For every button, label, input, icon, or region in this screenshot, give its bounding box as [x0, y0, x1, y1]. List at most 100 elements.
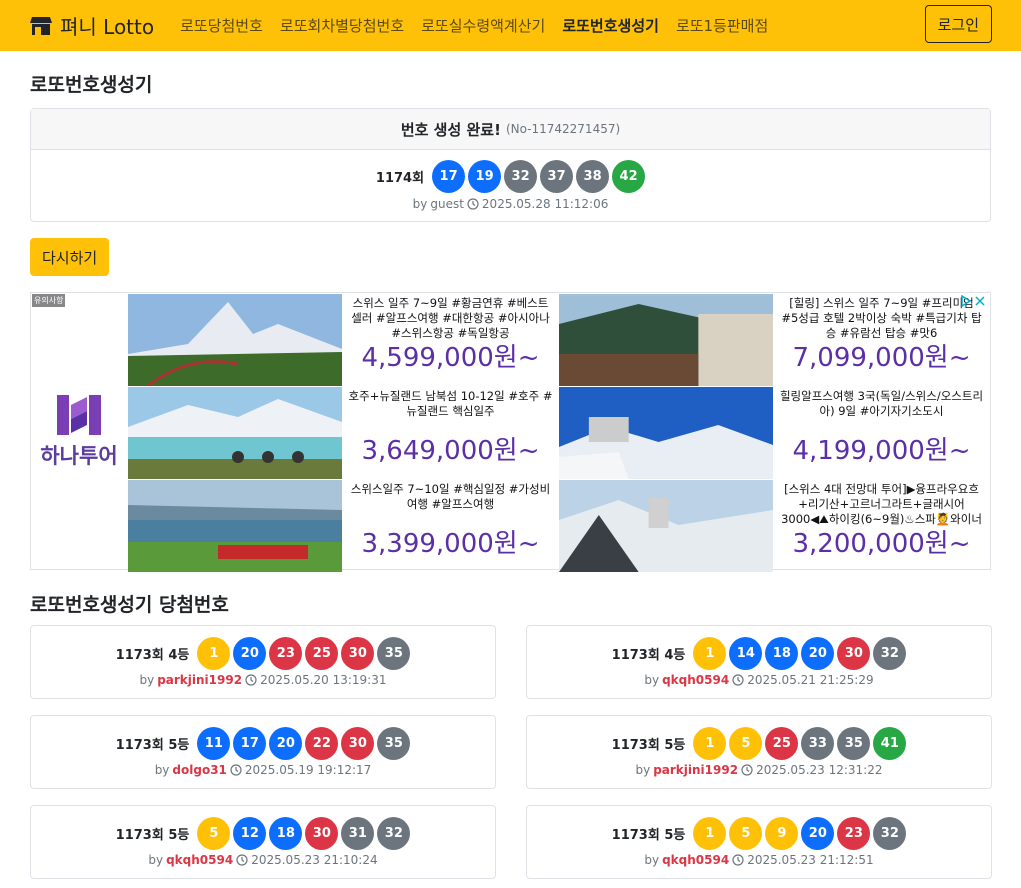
- result-number: (No-11742271457): [505, 122, 621, 136]
- round-label: 1173회 5등: [115, 738, 190, 753]
- ad-item[interactable]: [스위스 4대 전망대 투어]▶융프라우요흐+리기산+고르너그라트+글래시어30…: [774, 480, 989, 572]
- ad-desc: [스위스 4대 전망대 투어]▶융프라우요흐+리기산+고르너그라트+글래시어30…: [781, 482, 982, 526]
- ball: 5: [729, 727, 763, 760]
- ball: 1: [693, 727, 727, 760]
- winner-user: parkjini1992: [653, 763, 739, 777]
- ball: 38: [576, 160, 610, 193]
- ball: 23: [269, 637, 303, 670]
- ball: 25: [765, 727, 799, 760]
- ad-image-train[interactable]: [128, 480, 342, 572]
- ad-image-terrace[interactable]: [559, 294, 773, 386]
- round-label: 1173회 5등: [611, 828, 686, 843]
- clock-icon: [230, 764, 242, 776]
- ad-banner[interactable]: 유의사항 하나투어 스위스 일주 7~9일 #황금연휴 #베스트셀러 #알프스여…: [30, 292, 991, 572]
- winners-grid: 1173회 4등 1 20 23 25 30 35 by parkjini199…: [30, 625, 992, 879]
- ball: 35: [377, 727, 411, 760]
- ball: 30: [305, 817, 339, 850]
- ball: 32: [504, 160, 538, 193]
- nav-link-stores[interactable]: 로또1등판매점: [676, 15, 768, 36]
- ad-image-matterhorn[interactable]: [128, 294, 342, 386]
- result-body: 1174회 17 19 32 37 38 42 by guest 2025.05…: [31, 150, 990, 221]
- winners-section-title: 로또번호생성기 당첨번호: [30, 594, 229, 616]
- clock-icon: [236, 854, 248, 866]
- round-label: 1173회 5등: [115, 828, 190, 843]
- winner-meta: by dolgo31 2025.05.19 19:12:17: [155, 763, 372, 777]
- ball: 37: [540, 160, 574, 193]
- winner-card: 1173회 4등 1 14 18 20 30 32 by qkqh0594 20…: [526, 625, 992, 699]
- by-label: by: [635, 763, 651, 777]
- ball-row: 1173회 4등 1 20 23 25 30 35: [116, 637, 411, 670]
- brand-text: 펴니 Lotto: [60, 15, 155, 39]
- ad-desc: 호주+뉴질랜드 남북섬 10-12일 #호주 #뉴질랜드 핵심일주: [348, 389, 553, 418]
- ball-row: 1173회 5등 1 5 9 20 23 32: [612, 817, 907, 850]
- result-meta: by guest 2025.05.28 11:12:06: [413, 197, 609, 211]
- ball: 30: [341, 637, 375, 670]
- ball-row: 1173회 5등 1 5 25 33 35 41: [612, 727, 907, 760]
- ad-desc: 힐링알프스여행 3국(독일/스위스/오스트리아) 9일 #아기자기소도시: [779, 389, 984, 418]
- by-label: by: [644, 673, 660, 687]
- winner-user: qkqh0594: [662, 673, 730, 687]
- ball: 35: [377, 637, 411, 670]
- ad-desc: 스위스일주 7~10일 #핵심일정 #가성비여행 #알프스여행: [350, 482, 551, 511]
- winner-time: 2025.05.21 21:25:29: [747, 673, 874, 687]
- ball: 20: [801, 817, 835, 850]
- winner-card: 1173회 5등 5 12 18 30 31 32 by qkqh0594 20…: [30, 805, 496, 879]
- winner-meta: by parkjini1992 2025.05.23 12:31:22: [635, 763, 882, 777]
- ball: 31: [341, 817, 375, 850]
- ad-image-jungfrau[interactable]: [559, 480, 773, 572]
- ball: 20: [233, 637, 267, 670]
- round-label: 1173회 5등: [611, 738, 686, 753]
- ad-logo[interactable]: 유의사항 하나투어: [31, 293, 127, 569]
- result-time: 2025.05.28 11:12:06: [481, 197, 609, 211]
- ball-row: 1173회 4등 1 14 18 20 30 32: [612, 637, 907, 670]
- ad-item[interactable]: 호주+뉴질랜드 남북섬 10-12일 #호주 #뉴질랜드 핵심일주 3,649,…: [343, 387, 558, 479]
- ball: 23: [837, 817, 871, 850]
- winner-user: qkqh0594: [166, 853, 234, 867]
- nav-link-winning[interactable]: 로또당첨번호: [180, 15, 263, 36]
- ball: 33: [801, 727, 835, 760]
- ball: 41: [873, 727, 907, 760]
- navbar: 펴니 Lotto 로또당첨번호 로또회차별당첨번호 로또실수령액계산기 로또번호…: [0, 0, 1021, 51]
- ball: 32: [873, 637, 907, 670]
- ad-item[interactable]: [힐링] 스위스 일주 7~9일 #프리미엄 #5성급 호텔 2박이상 숙박 #…: [774, 294, 989, 386]
- ad-item[interactable]: 스위스일주 7~10일 #핵심일정 #가성비여행 #알프스여행 3,399,00…: [343, 480, 558, 572]
- ad-price: 3,200,000원~: [792, 529, 971, 559]
- nav-link-calculator[interactable]: 로또실수령액계산기: [421, 15, 545, 36]
- result-card: 번호 생성 완료! (No-11742271457) 1174회 17 19 3…: [30, 108, 991, 222]
- ad-image-lake[interactable]: [128, 387, 342, 479]
- retry-button[interactable]: 다시하기: [30, 238, 110, 276]
- by-label: by: [412, 197, 428, 211]
- ad-grid: 스위스 일주 7~9일 #황금연휴 #베스트셀러 #알프스여행 #대한항공 #아…: [127, 293, 990, 572]
- by-label: by: [148, 853, 164, 867]
- round-label: 1173회 4등: [611, 648, 686, 663]
- ball: 1: [693, 817, 727, 850]
- brand[interactable]: 펴니 Lotto: [30, 11, 154, 40]
- winner-card: 1173회 5등 1 5 25 33 35 41 by parkjini1992…: [526, 715, 992, 789]
- ad-choices-icon[interactable]: [960, 295, 988, 307]
- winner-meta: by qkqh0594 2025.05.23 21:12:51: [644, 853, 873, 867]
- ad-notice-tag[interactable]: 유의사항: [32, 294, 66, 307]
- ad-logo-text: 하나투어: [40, 443, 118, 468]
- ad-image-peak-station[interactable]: [559, 387, 773, 479]
- nav-link-generator[interactable]: 로또번호생성기: [562, 15, 659, 36]
- ball: 20: [269, 727, 303, 760]
- ad-price: 3,649,000원~: [361, 436, 540, 466]
- winner-user: parkjini1992: [157, 673, 243, 687]
- clock-icon: [732, 854, 744, 866]
- round-label: 1174회: [375, 171, 425, 186]
- winner-meta: by qkqh0594 2025.05.21 21:25:29: [644, 673, 873, 687]
- ad-price: 3,399,000원~: [361, 529, 540, 559]
- winner-card: 1173회 5등 11 17 20 22 30 35 by dolgo31 20…: [30, 715, 496, 789]
- winner-card: 1173회 5등 1 5 9 20 23 32 by qkqh0594 2025…: [526, 805, 992, 879]
- nav-links: 로또당첨번호 로또회차별당첨번호 로또실수령액계산기 로또번호생성기 로또1등판…: [180, 15, 768, 36]
- page-title: 로또번호생성기: [30, 74, 153, 96]
- ball: 5: [197, 817, 231, 850]
- winner-time: 2025.05.23 21:12:51: [747, 853, 874, 867]
- ad-price: 4,199,000원~: [792, 436, 971, 466]
- winner-user: qkqh0594: [662, 853, 730, 867]
- login-button[interactable]: 로그인: [924, 5, 992, 43]
- ad-item[interactable]: 힐링알프스여행 3국(독일/스위스/오스트리아) 9일 #아기자기소도시 4,1…: [774, 387, 989, 479]
- nav-link-by-round[interactable]: 로또회차별당첨번호: [280, 15, 404, 36]
- ad-item[interactable]: 스위스 일주 7~9일 #황금연휴 #베스트셀러 #알프스여행 #대한항공 #아…: [343, 294, 558, 386]
- clock-icon: [732, 674, 744, 686]
